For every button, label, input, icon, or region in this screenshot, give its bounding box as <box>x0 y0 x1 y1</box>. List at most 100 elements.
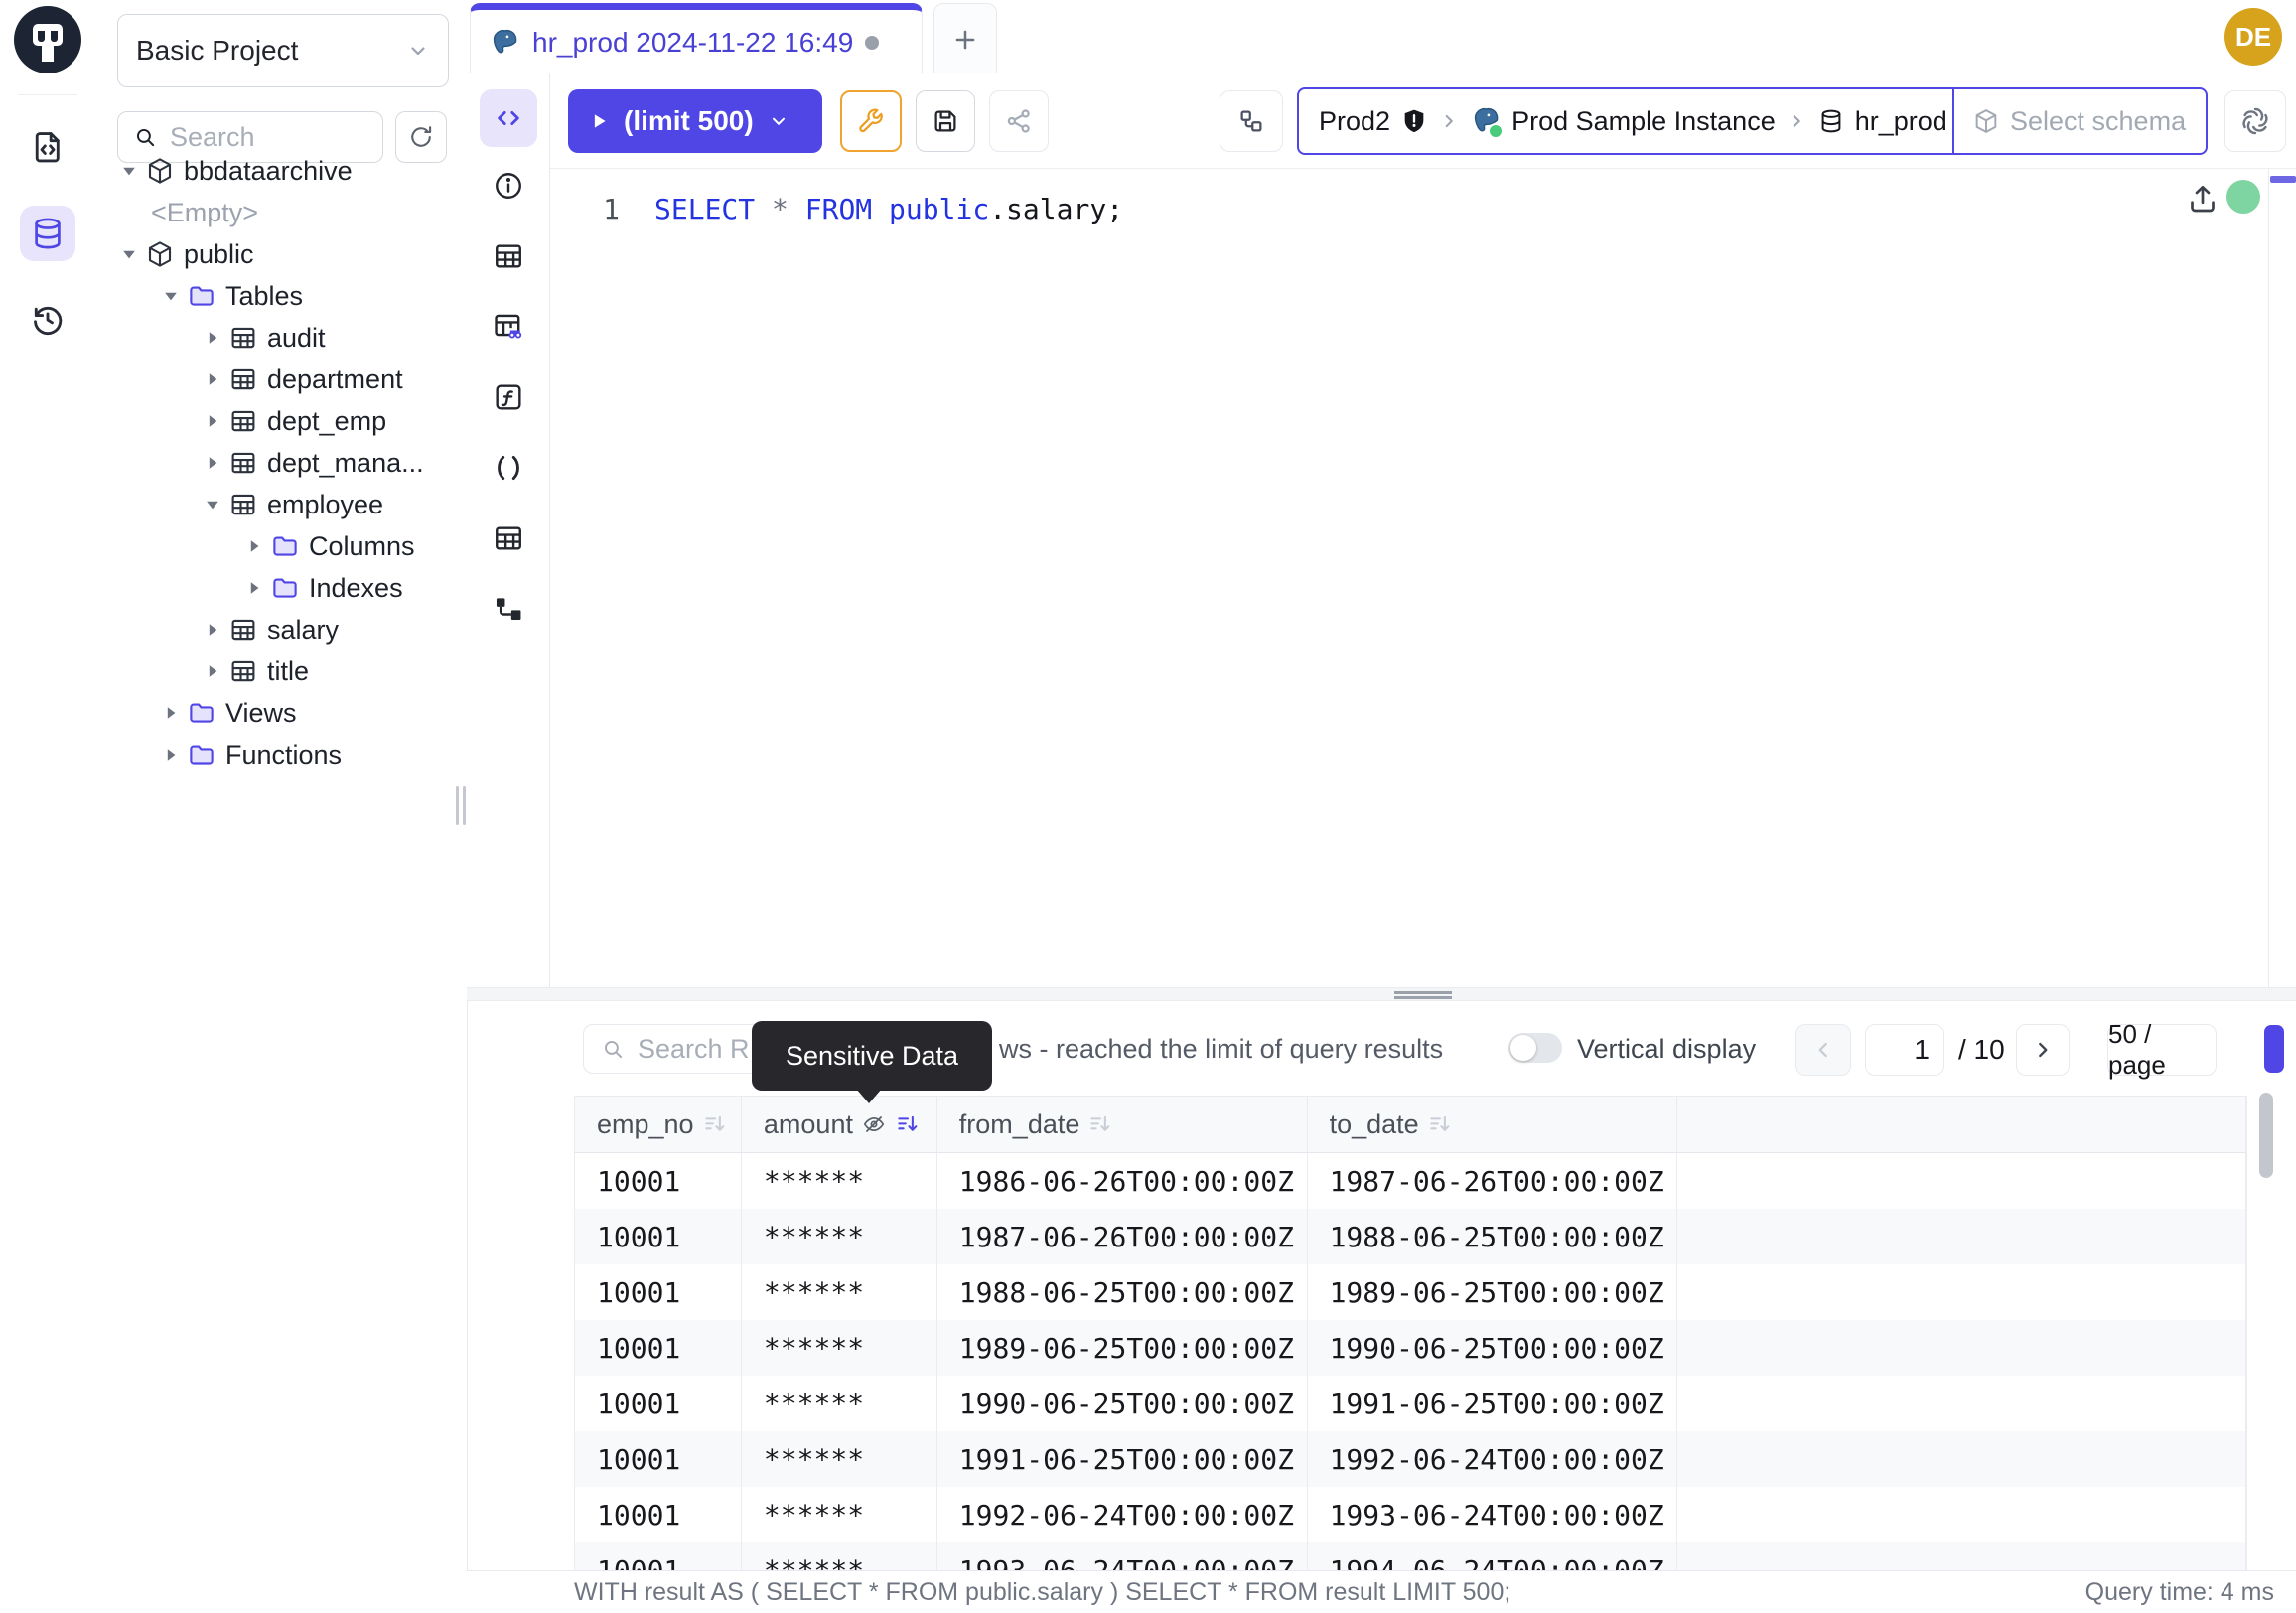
table-row[interactable]: 10001******1988-06-25T00:00:00Z1989-06-2… <box>575 1264 2246 1320</box>
table-cell[interactable]: ****** <box>742 1320 937 1376</box>
table-cell[interactable]: 10001 <box>575 1153 742 1209</box>
caret-right-icon[interactable] <box>244 578 264 598</box>
page-number-input[interactable] <box>1866 1025 1943 1075</box>
sort-icon[interactable] <box>1087 1111 1113 1137</box>
tree-item-public[interactable]: public <box>95 233 467 275</box>
column-header-to_date[interactable]: to_date <box>1308 1097 1678 1152</box>
sort-icon[interactable] <box>1427 1111 1453 1137</box>
table-cell[interactable]: 1989-06-25T00:00:00Z <box>937 1320 1308 1376</box>
schema-selector[interactable]: Select schema <box>1954 89 2206 153</box>
sql-editor-area[interactable]: 1 SELECT * FROM public.salary; <box>550 169 2296 987</box>
table-row[interactable]: 10001******1987-06-26T00:00:00Z1988-06-2… <box>575 1209 2246 1264</box>
connection-breadcrumb[interactable]: Prod2 Prod Sample Instance hr_prod Selec… <box>1297 87 2208 155</box>
table-cell[interactable]: 10001 <box>575 1376 742 1431</box>
rail-item-history[interactable] <box>20 292 75 348</box>
caret-right-icon[interactable] <box>244 536 264 556</box>
table-cell[interactable] <box>1677 1487 2246 1542</box>
rail-item-database[interactable] <box>20 206 75 261</box>
table-cell[interactable]: ****** <box>742 1487 937 1542</box>
table-cell[interactable] <box>1677 1542 2246 1570</box>
column-header-amount[interactable]: amount <box>742 1097 937 1152</box>
table-row[interactable]: 10001******1990-06-25T00:00:00Z1991-06-2… <box>575 1376 2246 1431</box>
panel-button-external-tables[interactable] <box>492 310 525 344</box>
prev-page-button[interactable] <box>1795 1024 1851 1076</box>
caret-right-icon[interactable] <box>203 620 222 640</box>
sidebar-search-input[interactable] <box>168 121 341 154</box>
panel-button-tables[interactable] <box>492 239 525 273</box>
tree-item-empty[interactable]: <Empty> <box>95 192 467 233</box>
panel-button-schema-diagram[interactable] <box>492 592 525 626</box>
run-query-button[interactable]: (limit 500) <box>568 89 822 153</box>
tree-item-views[interactable]: Views <box>95 692 467 734</box>
save-sheet-button[interactable] <box>916 90 975 152</box>
rail-item-worksheet[interactable] <box>20 119 75 175</box>
table-cell[interactable]: 1991-06-25T00:00:00Z <box>1308 1376 1678 1431</box>
table-cell[interactable]: 10001 <box>575 1487 742 1542</box>
table-cell[interactable]: 1992-06-24T00:00:00Z <box>937 1487 1308 1542</box>
table-cell[interactable]: 1987-06-26T00:00:00Z <box>937 1209 1308 1264</box>
table-cell[interactable]: 10001 <box>575 1264 742 1320</box>
table-cell[interactable]: 10001 <box>575 1209 742 1264</box>
table-cell[interactable]: 1987-06-26T00:00:00Z <box>1308 1153 1678 1209</box>
caret-right-icon[interactable] <box>203 661 222 681</box>
table-cell[interactable] <box>1677 1320 2246 1376</box>
bytebase-logo-icon[interactable] <box>14 6 81 73</box>
tree-item-columns[interactable]: Columns <box>95 525 467 567</box>
tree-item-audit[interactable]: audit <box>95 317 467 359</box>
table-cell[interactable] <box>1677 1264 2246 1320</box>
sort-icon[interactable] <box>702 1111 728 1137</box>
environment-label[interactable]: Prod2 <box>1319 106 1390 137</box>
chevron-down-icon[interactable] <box>768 110 789 132</box>
table-cell[interactable]: 1986-06-26T00:00:00Z <box>937 1153 1308 1209</box>
table-cell[interactable]: 1990-06-25T00:00:00Z <box>1308 1320 1678 1376</box>
column-header-emp_no[interactable]: emp_no <box>575 1097 742 1152</box>
caret-right-icon[interactable] <box>203 369 222 389</box>
table-cell[interactable]: ****** <box>742 1153 937 1209</box>
vertical-display-toggle[interactable] <box>1508 1033 1562 1063</box>
results-scrollbar-thumb[interactable] <box>2259 1093 2273 1178</box>
table-cell[interactable] <box>1677 1153 2246 1209</box>
caret-down-icon[interactable] <box>161 286 181 306</box>
page-size-select[interactable]: 50 / page <box>2107 1024 2217 1076</box>
table-cell[interactable]: 1989-06-25T00:00:00Z <box>1308 1264 1678 1320</box>
panel-button-procedures[interactable] <box>492 451 525 485</box>
table-row[interactable]: 10001******1993-06-24T00:00:00Z1994-06-2… <box>575 1542 2246 1570</box>
tab-hr-prod[interactable]: hr_prod 2024-11-22 16:49 <box>470 3 923 74</box>
table-cell[interactable]: 1988-06-25T00:00:00Z <box>937 1264 1308 1320</box>
tree-item-bbdataarchive[interactable]: bbdataarchive <box>95 150 467 192</box>
table-cell[interactable] <box>1677 1209 2246 1264</box>
tree-item-salary[interactable]: salary <box>95 609 467 651</box>
expand-results-button[interactable] <box>2264 1025 2284 1073</box>
instance-label[interactable]: Prod Sample Instance <box>1511 106 1776 137</box>
share-sheet-button[interactable] <box>989 90 1049 152</box>
tree-item-tables[interactable]: Tables <box>95 275 467 317</box>
tree-item-employee[interactable]: employee <box>95 484 467 525</box>
panel-button-info[interactable] <box>492 169 525 203</box>
connection-panel-button[interactable] <box>1220 90 1283 152</box>
table-cell[interactable]: 1993-06-24T00:00:00Z <box>1308 1487 1678 1542</box>
ai-assistant-button[interactable] <box>2224 90 2286 152</box>
caret-down-icon[interactable] <box>203 495 222 514</box>
table-cell[interactable]: ****** <box>742 1542 937 1570</box>
table-cell[interactable] <box>1677 1376 2246 1431</box>
tree-item-functions[interactable]: Functions <box>95 734 467 776</box>
tree-item-indexes[interactable]: Indexes <box>95 567 467 609</box>
caret-down-icon[interactable] <box>119 244 139 264</box>
avatar[interactable]: DE <box>2224 8 2282 66</box>
database-label[interactable]: hr_prod <box>1855 106 1947 137</box>
tree-item-dept-emp[interactable]: dept_emp <box>95 400 467 442</box>
format-sql-button[interactable] <box>840 90 902 152</box>
table-cell[interactable]: ****** <box>742 1264 937 1320</box>
table-cell[interactable]: 1994-06-24T00:00:00Z <box>1308 1542 1678 1570</box>
table-cell[interactable]: 1988-06-25T00:00:00Z <box>1308 1209 1678 1264</box>
table-cell[interactable]: ****** <box>742 1376 937 1431</box>
tree-item-title[interactable]: title <box>95 651 467 692</box>
column-header-from_date[interactable]: from_date <box>937 1097 1308 1152</box>
table-row[interactable]: 10001******1986-06-26T00:00:00Z1987-06-2… <box>575 1153 2246 1209</box>
table-cell[interactable] <box>1677 1431 2246 1487</box>
table-cell[interactable]: 1993-06-24T00:00:00Z <box>937 1542 1308 1570</box>
code-panel-button[interactable] <box>480 89 537 147</box>
tree-item-dept-mana[interactable]: dept_mana... <box>95 442 467 484</box>
caret-down-icon[interactable] <box>119 161 139 181</box>
table-cell[interactable]: ****** <box>742 1431 937 1487</box>
